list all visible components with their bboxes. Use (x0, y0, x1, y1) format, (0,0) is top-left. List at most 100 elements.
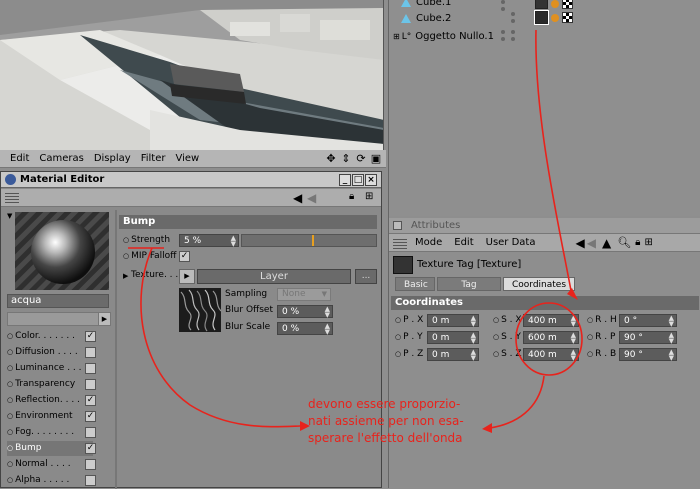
mip-falloff-checkbox[interactable]: ✓ (179, 251, 190, 262)
search-icon[interactable]: 🔍︎ (617, 236, 631, 249)
p-z-field[interactable]: 0 m ▲ ▼ (427, 348, 479, 362)
forward-arrow-icon[interactable]: ◀ (587, 236, 596, 250)
strength-label: Strength (123, 234, 170, 247)
tab-coordinates[interactable]: Coordinates (503, 277, 576, 291)
channel-diffusion[interactable]: Diffusion . . . . (7, 345, 96, 360)
channel-bump[interactable]: Bump ✓ (7, 441, 96, 456)
r-p-field[interactable]: 90 ° ▲ ▼ (619, 331, 677, 345)
channel-checkbox[interactable]: ✓ (85, 443, 96, 454)
texture-tag-icon[interactable] (534, 10, 549, 25)
material-preview[interactable] (15, 212, 109, 290)
lock-icon[interactable]: 🔒︎ (349, 191, 354, 202)
new-panel-icon[interactable]: ⊞ (365, 191, 373, 202)
channel-environment[interactable]: Environment ✓ (7, 409, 96, 424)
viewport-menu-edit[interactable]: Edit (10, 153, 29, 164)
object-name[interactable]: Oggetto Nullo.1 (415, 31, 494, 42)
object-row[interactable]: ⊞ L° Oggetto Nullo.1 (393, 28, 494, 45)
r-h-field[interactable]: 0 ° ▲ ▼ (619, 314, 677, 328)
channel-checkbox[interactable] (85, 379, 96, 390)
visibility-dots[interactable] (501, 0, 505, 11)
material-name-field[interactable]: acqua (7, 294, 109, 308)
tag-title: Texture Tag [Texture] (417, 259, 522, 270)
tab-tag[interactable]: Tag (437, 277, 501, 291)
material-tag-icon[interactable] (551, 14, 559, 22)
back-arrow-icon[interactable]: ◀ (575, 236, 584, 250)
channel-fog[interactable]: Fog. . . . . . . . (7, 425, 96, 440)
visibility-dots[interactable] (511, 12, 515, 23)
s-x-field[interactable]: 400 m ▲ ▼ (523, 314, 579, 328)
panel-close-icon[interactable] (393, 221, 402, 230)
channel-color[interactable]: Color. . . . . . . ✓ (7, 329, 96, 344)
viewport-menu-cameras[interactable]: Cameras (39, 153, 83, 164)
forward-arrow-icon[interactable]: ◀ (307, 191, 316, 205)
channel-checkbox[interactable]: ✓ (85, 331, 96, 342)
lock-icon[interactable]: 🔒︎ (635, 237, 640, 248)
r-b-field[interactable]: 90 ° ▲ ▼ (619, 348, 677, 362)
channel-luminance[interactable]: Luminance . . . (7, 361, 96, 376)
strength-slider[interactable] (241, 234, 377, 247)
3d-viewport[interactable] (0, 0, 384, 150)
channel-checkbox[interactable] (85, 459, 96, 470)
channel-normal[interactable]: Normal . . . . (7, 457, 96, 472)
new-panel-icon[interactable]: ⊞ (644, 237, 652, 248)
channel-checkbox[interactable]: ✓ (85, 411, 96, 422)
r-h-value: 0 ° (624, 316, 638, 326)
channel-checkbox[interactable]: ✓ (85, 395, 96, 406)
viewport-menu-display[interactable]: Display (94, 153, 131, 164)
layer-button[interactable]: Layer (197, 269, 351, 284)
object-name[interactable]: Cube.2 (416, 13, 451, 24)
texture-browse-button[interactable]: ... (355, 269, 377, 284)
channel-label: Transparency (15, 379, 76, 389)
object-name[interactable]: Cube.1 (416, 0, 451, 8)
texture-tag-icon[interactable] (535, 0, 548, 9)
rotate-icon[interactable]: ⟳ (355, 152, 367, 165)
channel-checkbox[interactable] (85, 475, 96, 486)
tab-basic[interactable]: Basic (395, 277, 435, 291)
move-icon[interactable]: ✥ (325, 152, 337, 165)
viewport-menu-view[interactable]: View (175, 153, 199, 164)
s-z-field[interactable]: 400 m ▲ ▼ (523, 348, 579, 362)
material-editor-titlebar[interactable]: Material Editor _ □ × (1, 172, 381, 188)
channel-checkbox[interactable] (85, 427, 96, 438)
cube-icon (401, 14, 411, 23)
texture-menu-button[interactable]: ▶ (179, 269, 195, 284)
uvw-tag-icon[interactable] (562, 0, 573, 9)
channel-alpha[interactable]: Alpha . . . . . (7, 473, 96, 488)
p-x-field[interactable]: 0 m ▲ ▼ (427, 314, 479, 328)
texture-expand-icon[interactable]: ▶ (123, 272, 128, 280)
viewport-menu-filter[interactable]: Filter (141, 153, 166, 164)
panel-divider[interactable] (115, 210, 117, 489)
visibility-dots[interactable] (511, 30, 515, 41)
maximize-button[interactable]: □ (352, 173, 364, 186)
channel-checkbox[interactable] (85, 347, 96, 358)
s-x-label: S . X (493, 314, 521, 327)
zoom-icon[interactable]: ⇕ (340, 152, 352, 165)
strength-field[interactable]: 5 % ▲ ▼ (179, 234, 239, 248)
uvw-tag-icon[interactable] (562, 12, 573, 23)
p-y-field[interactable]: 0 m ▲ ▼ (427, 331, 479, 345)
preview-menu-arrow[interactable]: ▼ (7, 212, 12, 220)
channel-reflection[interactable]: Reflection. . . . ✓ (7, 393, 96, 408)
texture-thumbnail[interactable] (179, 288, 221, 332)
expand-icon[interactable]: ⊞ (393, 32, 400, 41)
attributes-menu-mode[interactable]: Mode (415, 237, 442, 248)
channel-transparency[interactable]: Transparency (7, 377, 96, 392)
channel-label: Bump (15, 443, 42, 453)
attributes-menu-edit[interactable]: Edit (454, 237, 473, 248)
minimize-button[interactable]: _ (339, 173, 351, 186)
blur-offset-field[interactable]: 0 % ▲ ▼ (277, 305, 333, 319)
strength-slider-knob[interactable] (312, 235, 314, 246)
attributes-menu-user-data[interactable]: User Data (486, 237, 536, 248)
channel-checkbox[interactable] (85, 363, 96, 374)
close-button[interactable]: × (365, 173, 377, 186)
material-tag-icon[interactable] (551, 0, 559, 8)
object-row[interactable]: Cube.2 (401, 10, 451, 27)
channel-scrollbar[interactable]: ▶ (7, 312, 111, 326)
blur-scale-field[interactable]: 0 % ▲ ▼ (277, 322, 333, 336)
up-arrow-icon[interactable]: ▲ (602, 236, 611, 250)
maximize-icon[interactable]: ▣ (370, 152, 382, 165)
sampling-dropdown[interactable]: None ▼ (277, 288, 331, 301)
back-arrow-icon[interactable]: ◀ (293, 191, 302, 205)
visibility-dots[interactable] (501, 30, 505, 41)
s-y-field[interactable]: 600 m ▲ ▼ (523, 331, 579, 345)
